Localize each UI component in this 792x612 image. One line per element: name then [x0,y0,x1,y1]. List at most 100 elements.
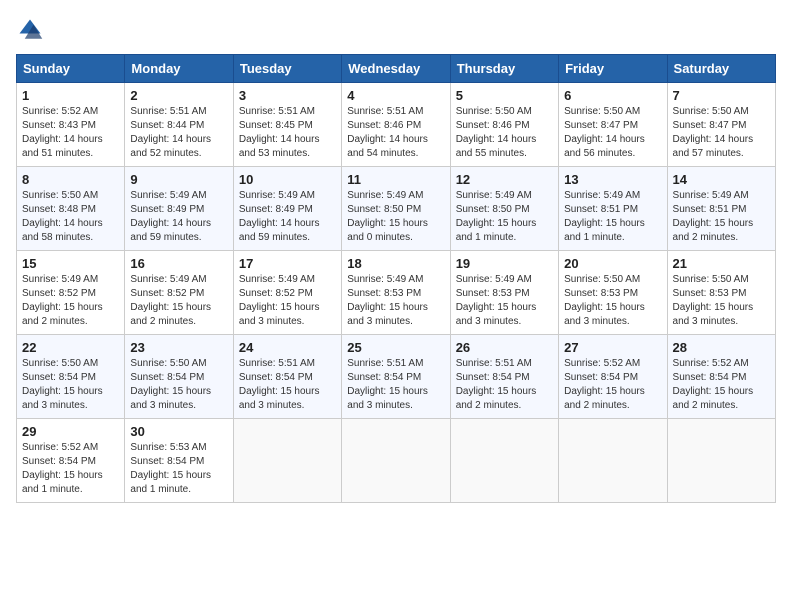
calendar-cell [667,419,775,503]
day-number: 25 [347,340,444,355]
day-number: 16 [130,256,227,271]
calendar-table: SundayMondayTuesdayWednesdayThursdayFrid… [16,54,776,503]
day-number: 10 [239,172,336,187]
day-info: Sunrise: 5:49 AM Sunset: 8:49 PM Dayligh… [130,189,227,245]
day-number: 19 [456,256,553,271]
day-info: Sunrise: 5:50 AM Sunset: 8:53 PM Dayligh… [564,273,661,329]
calendar-cell [342,419,450,503]
weekday-header-thursday: Thursday [450,55,558,83]
day-number: 14 [673,172,770,187]
day-number: 5 [456,88,553,103]
day-info: Sunrise: 5:51 AM Sunset: 8:54 PM Dayligh… [456,357,553,413]
calendar-cell: 18 Sunrise: 5:49 AM Sunset: 8:53 PM Dayli… [342,251,450,335]
calendar-cell: 1Sunrise: 5:52 AM Sunset: 8:43 PM Daylig… [17,83,125,167]
day-number: 12 [456,172,553,187]
day-number: 7 [673,88,770,103]
calendar-cell [233,419,341,503]
day-info: Sunrise: 5:50 AM Sunset: 8:48 PM Dayligh… [22,189,119,245]
calendar-cell: 6 Sunrise: 5:50 AM Sunset: 8:47 PM Daylig… [559,83,667,167]
day-number: 27 [564,340,661,355]
day-info: Sunrise: 5:49 AM Sunset: 8:52 PM Dayligh… [239,273,336,329]
day-info: Sunrise: 5:50 AM Sunset: 8:54 PM Dayligh… [130,357,227,413]
day-info: Sunrise: 5:52 AM Sunset: 8:43 PM Dayligh… [22,105,119,161]
day-number: 29 [22,424,119,439]
day-info: Sunrise: 5:50 AM Sunset: 8:47 PM Dayligh… [673,105,770,161]
weekday-header-friday: Friday [559,55,667,83]
day-info: Sunrise: 5:51 AM Sunset: 8:44 PM Dayligh… [130,105,227,161]
day-info: Sunrise: 5:52 AM Sunset: 8:54 PM Dayligh… [673,357,770,413]
page-header [16,16,776,44]
day-number: 22 [22,340,119,355]
calendar-cell: 26 Sunrise: 5:51 AM Sunset: 8:54 PM Dayli… [450,335,558,419]
day-info: Sunrise: 5:51 AM Sunset: 8:45 PM Dayligh… [239,105,336,161]
calendar-cell: 8 Sunrise: 5:50 AM Sunset: 8:48 PM Daylig… [17,167,125,251]
calendar-cell: 11 Sunrise: 5:49 AM Sunset: 8:50 PM Dayli… [342,167,450,251]
day-info: Sunrise: 5:49 AM Sunset: 8:52 PM Dayligh… [22,273,119,329]
day-info: Sunrise: 5:49 AM Sunset: 8:51 PM Dayligh… [564,189,661,245]
day-info: Sunrise: 5:49 AM Sunset: 8:53 PM Dayligh… [347,273,444,329]
calendar-cell: 30 Sunrise: 5:53 AM Sunset: 8:54 PM Dayli… [125,419,233,503]
day-info: Sunrise: 5:49 AM Sunset: 8:51 PM Dayligh… [673,189,770,245]
calendar-cell: 9 Sunrise: 5:49 AM Sunset: 8:49 PM Daylig… [125,167,233,251]
calendar-cell: 15 Sunrise: 5:49 AM Sunset: 8:52 PM Dayli… [17,251,125,335]
day-number: 18 [347,256,444,271]
calendar-cell: 22Sunrise: 5:50 AM Sunset: 8:54 PM Dayli… [17,335,125,419]
day-info: Sunrise: 5:49 AM Sunset: 8:52 PM Dayligh… [130,273,227,329]
day-number: 9 [130,172,227,187]
logo-icon [16,16,44,44]
calendar-cell: 2Sunrise: 5:51 AM Sunset: 8:44 PM Daylig… [125,83,233,167]
calendar-cell: 23Sunrise: 5:50 AM Sunset: 8:54 PM Dayli… [125,335,233,419]
calendar-cell: 7 Sunrise: 5:50 AM Sunset: 8:47 PM Daylig… [667,83,775,167]
calendar-cell: 14 Sunrise: 5:49 AM Sunset: 8:51 PM Dayli… [667,167,775,251]
day-info: Sunrise: 5:51 AM Sunset: 8:54 PM Dayligh… [347,357,444,413]
calendar-cell: 24 Sunrise: 5:51 AM Sunset: 8:54 PM Dayli… [233,335,341,419]
calendar-cell: 21 Sunrise: 5:50 AM Sunset: 8:53 PM Dayli… [667,251,775,335]
weekday-header-wednesday: Wednesday [342,55,450,83]
day-number: 24 [239,340,336,355]
day-info: Sunrise: 5:51 AM Sunset: 8:46 PM Dayligh… [347,105,444,161]
day-number: 4 [347,88,444,103]
weekday-header-saturday: Saturday [667,55,775,83]
calendar-cell: 28 Sunrise: 5:52 AM Sunset: 8:54 PM Dayli… [667,335,775,419]
calendar-cell [450,419,558,503]
weekday-header-tuesday: Tuesday [233,55,341,83]
day-number: 15 [22,256,119,271]
day-info: Sunrise: 5:49 AM Sunset: 8:53 PM Dayligh… [456,273,553,329]
weekday-header-monday: Monday [125,55,233,83]
day-number: 28 [673,340,770,355]
day-number: 11 [347,172,444,187]
day-number: 26 [456,340,553,355]
day-info: Sunrise: 5:49 AM Sunset: 8:50 PM Dayligh… [456,189,553,245]
day-info: Sunrise: 5:52 AM Sunset: 8:54 PM Dayligh… [564,357,661,413]
calendar-cell: 19 Sunrise: 5:49 AM Sunset: 8:53 PM Dayli… [450,251,558,335]
calendar-cell: 27 Sunrise: 5:52 AM Sunset: 8:54 PM Dayli… [559,335,667,419]
day-number: 20 [564,256,661,271]
calendar-cell: 20 Sunrise: 5:50 AM Sunset: 8:53 PM Dayli… [559,251,667,335]
calendar-cell: 12 Sunrise: 5:49 AM Sunset: 8:50 PM Dayli… [450,167,558,251]
day-info: Sunrise: 5:53 AM Sunset: 8:54 PM Dayligh… [130,441,227,497]
calendar-cell: 16 Sunrise: 5:49 AM Sunset: 8:52 PM Dayli… [125,251,233,335]
calendar-cell: 25 Sunrise: 5:51 AM Sunset: 8:54 PM Dayli… [342,335,450,419]
calendar-cell: 4 Sunrise: 5:51 AM Sunset: 8:46 PM Daylig… [342,83,450,167]
calendar-cell: 13 Sunrise: 5:49 AM Sunset: 8:51 PM Dayli… [559,167,667,251]
day-number: 13 [564,172,661,187]
day-info: Sunrise: 5:52 AM Sunset: 8:54 PM Dayligh… [22,441,119,497]
day-number: 6 [564,88,661,103]
day-number: 8 [22,172,119,187]
day-info: Sunrise: 5:51 AM Sunset: 8:54 PM Dayligh… [239,357,336,413]
day-number: 3 [239,88,336,103]
calendar-cell [559,419,667,503]
day-info: Sunrise: 5:50 AM Sunset: 8:53 PM Dayligh… [673,273,770,329]
day-info: Sunrise: 5:50 AM Sunset: 8:46 PM Dayligh… [456,105,553,161]
weekday-header-sunday: Sunday [17,55,125,83]
calendar-cell: 29 Sunrise: 5:52 AM Sunset: 8:54 PM Dayli… [17,419,125,503]
day-number: 21 [673,256,770,271]
day-number: 30 [130,424,227,439]
calendar-cell: 10Sunrise: 5:49 AM Sunset: 8:49 PM Dayli… [233,167,341,251]
day-info: Sunrise: 5:50 AM Sunset: 8:47 PM Dayligh… [564,105,661,161]
calendar-cell: 3 Sunrise: 5:51 AM Sunset: 8:45 PM Daylig… [233,83,341,167]
day-info: Sunrise: 5:49 AM Sunset: 8:50 PM Dayligh… [347,189,444,245]
calendar-cell: 17 Sunrise: 5:49 AM Sunset: 8:52 PM Dayli… [233,251,341,335]
day-number: 17 [239,256,336,271]
calendar-cell: 5 Sunrise: 5:50 AM Sunset: 8:46 PM Daylig… [450,83,558,167]
